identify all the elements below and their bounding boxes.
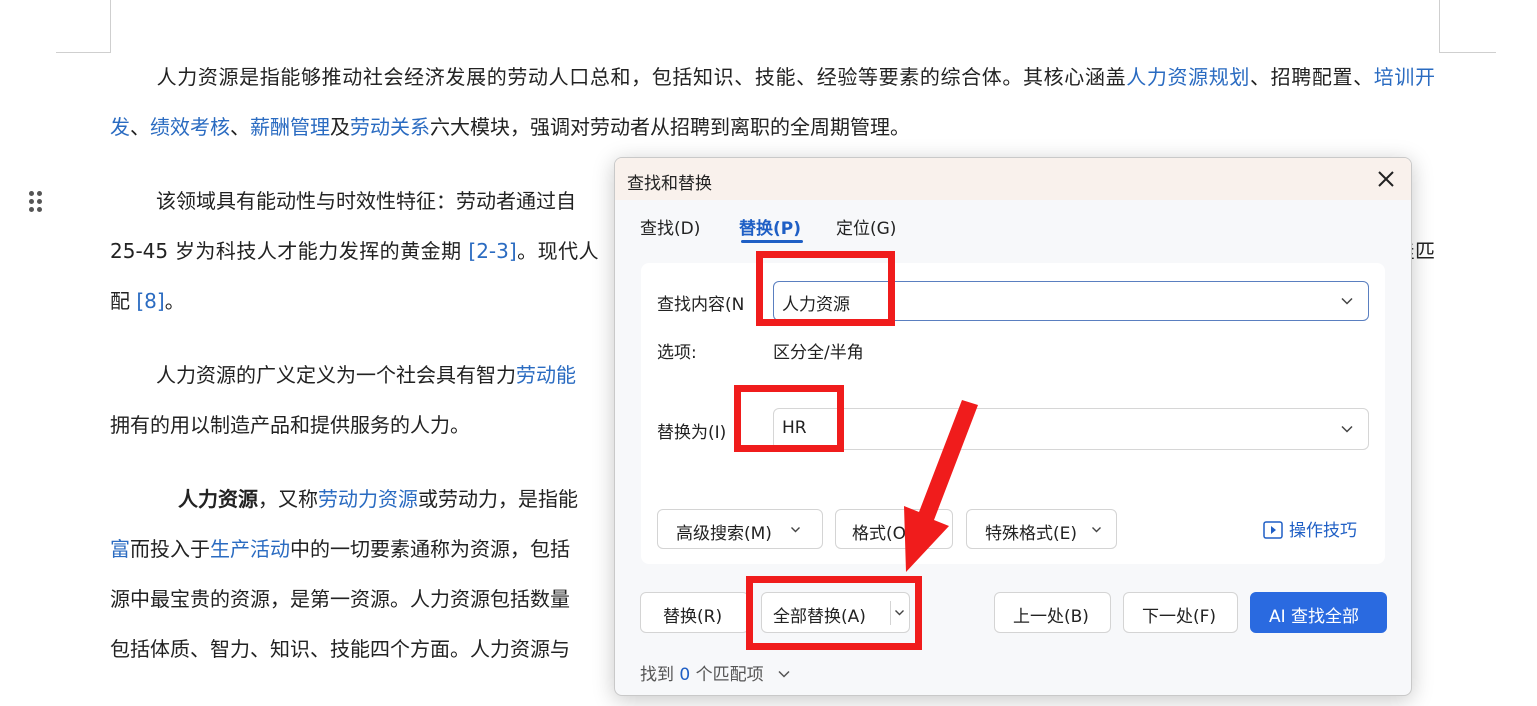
chevron-down-icon[interactable] <box>1340 422 1354 436</box>
text: 六大模块，强调对劳动者从招聘到离职的全周期管理。 <box>430 115 910 139</box>
active-tab-indicator <box>741 240 803 243</box>
replace-button[interactable]: 替换(R) <box>640 592 749 633</box>
chevron-down-icon[interactable] <box>1340 294 1354 308</box>
options-value: 区分全/半角 <box>773 343 864 363</box>
options-label: 选项: <box>657 343 697 363</box>
link-performance[interactable]: 绩效考核 <box>150 115 230 139</box>
link-labor-resource[interactable]: 劳动力资源 <box>318 487 418 511</box>
replace-all-button[interactable]: 全部替换(A) <box>761 592 910 633</box>
split-divider <box>890 601 891 625</box>
text: 拥有的用以制造产品和提供服务的人力。 <box>110 413 470 437</box>
text: ，又称 <box>258 487 318 511</box>
link-labor-ability[interactable]: 劳动能 <box>516 363 576 387</box>
ai-find-all-label: AI 查找全部 <box>1269 607 1360 627</box>
find-value: 人力资源 <box>782 295 850 315</box>
replace-value: HR <box>782 418 807 438</box>
paragraph-1: 人力资源是指能够推动社会经济发展的劳动人口总和，包括知识、技能、经验等要素的综合… <box>110 52 1435 152</box>
text: 、 <box>130 115 150 139</box>
replace-label: 替换为(I) <box>657 423 727 443</box>
chevron-down-icon <box>1092 527 1101 533</box>
match-status[interactable]: 找到 0 个匹配项 <box>640 660 791 685</box>
dialog-titlebar[interactable]: 查找和替换 <box>615 158 1411 200</box>
replace-input[interactable]: HR <box>773 408 1369 450</box>
next-button[interactable]: 下一处(F) <box>1123 592 1238 633</box>
tips-link[interactable]: 操作技巧 <box>1263 516 1357 541</box>
text: 。 <box>164 289 185 313</box>
citation-8[interactable]: [8] <box>136 289 164 313</box>
drag-handle-icon[interactable] <box>27 190 43 214</box>
bold-term: 人力资源 <box>178 487 258 511</box>
replace-button-label: 替换(R) <box>663 607 723 627</box>
status-prefix: 找到 <box>640 665 674 685</box>
format-label: 格式(O) <box>852 524 913 544</box>
dialog-title: 查找和替换 <box>627 174 712 194</box>
text: 。现代人 <box>516 239 600 263</box>
text: 或劳动力，是指能 <box>418 487 578 511</box>
advanced-search-label: 高级搜索(M) <box>676 524 772 544</box>
text: 、 <box>230 115 250 139</box>
chevron-down-icon <box>791 527 800 533</box>
link-compensation[interactable]: 薪酬管理 <box>250 115 330 139</box>
link-wealth-b[interactable]: 富 <box>110 537 130 561</box>
tab-replace[interactable]: 替换(P) <box>739 214 801 239</box>
previous-label: 上一处(B) <box>1013 607 1089 627</box>
special-format-button[interactable]: 特殊格式(E) <box>966 509 1117 549</box>
chevron-down-icon[interactable] <box>894 607 905 618</box>
find-replace-dialog: 查找和替换 查找(D) 替换(P) 定位(G) 查找内容(N 人力资源 选项: … <box>614 157 1412 696</box>
replace-all-label: 全部替换(A) <box>773 607 866 627</box>
next-label: 下一处(F) <box>1142 607 1217 627</box>
text: 包括体质、智力、知识、技能四个方面。人力资源与 <box>110 637 570 661</box>
page-corner-right <box>1439 0 1496 53</box>
advanced-search-button[interactable]: 高级搜索(M) <box>657 509 823 549</box>
text: 、招聘配置、 <box>1249 65 1374 89</box>
special-format-label: 特殊格式(E) <box>985 524 1078 544</box>
tab-find[interactable]: 查找(D) <box>640 214 700 239</box>
tips-label: 操作技巧 <box>1289 521 1357 541</box>
status-suffix: 个匹配项 <box>695 665 764 685</box>
chevron-down-icon <box>778 670 790 678</box>
text: 中的一切要素通称为资源，包括 <box>290 537 570 561</box>
find-label: 查找内容(N <box>657 295 745 315</box>
format-button[interactable]: 格式(O) <box>835 509 953 549</box>
link-hr-planning[interactable]: 人力资源规划 <box>1126 65 1250 89</box>
text: 人力资源的广义定义为一个社会具有智力 <box>156 363 516 387</box>
link-production[interactable]: 生产活动 <box>210 537 290 561</box>
text: 该领域具有能动性与时效性特征：劳动者通过自 <box>156 189 576 213</box>
page-corner-left <box>56 0 111 53</box>
text: 人力资源是指能够推动社会经济发展的劳动人口总和，包括知识、技能、经验等要素的综合… <box>156 65 1127 89</box>
previous-button[interactable]: 上一处(B) <box>994 592 1111 633</box>
text: 源中最宝贵的资源，是第一资源。人力资源包括数量 <box>110 587 570 611</box>
ai-find-all-button[interactable]: AI 查找全部 <box>1250 592 1387 633</box>
tab-goto[interactable]: 定位(G) <box>836 214 896 239</box>
play-icon <box>1263 521 1283 539</box>
text: 而投入于 <box>130 537 210 561</box>
text: 25-45 岁为科技人才能力发挥的黄金期 <box>110 239 469 263</box>
match-count: 0 <box>679 665 691 685</box>
link-labor-relations[interactable]: 劳动关系 <box>350 115 430 139</box>
close-icon[interactable] <box>1373 166 1399 192</box>
find-input[interactable]: 人力资源 <box>773 281 1369 321</box>
text: 及 <box>330 115 350 139</box>
citation-2-3[interactable]: [2-3] <box>468 239 516 263</box>
